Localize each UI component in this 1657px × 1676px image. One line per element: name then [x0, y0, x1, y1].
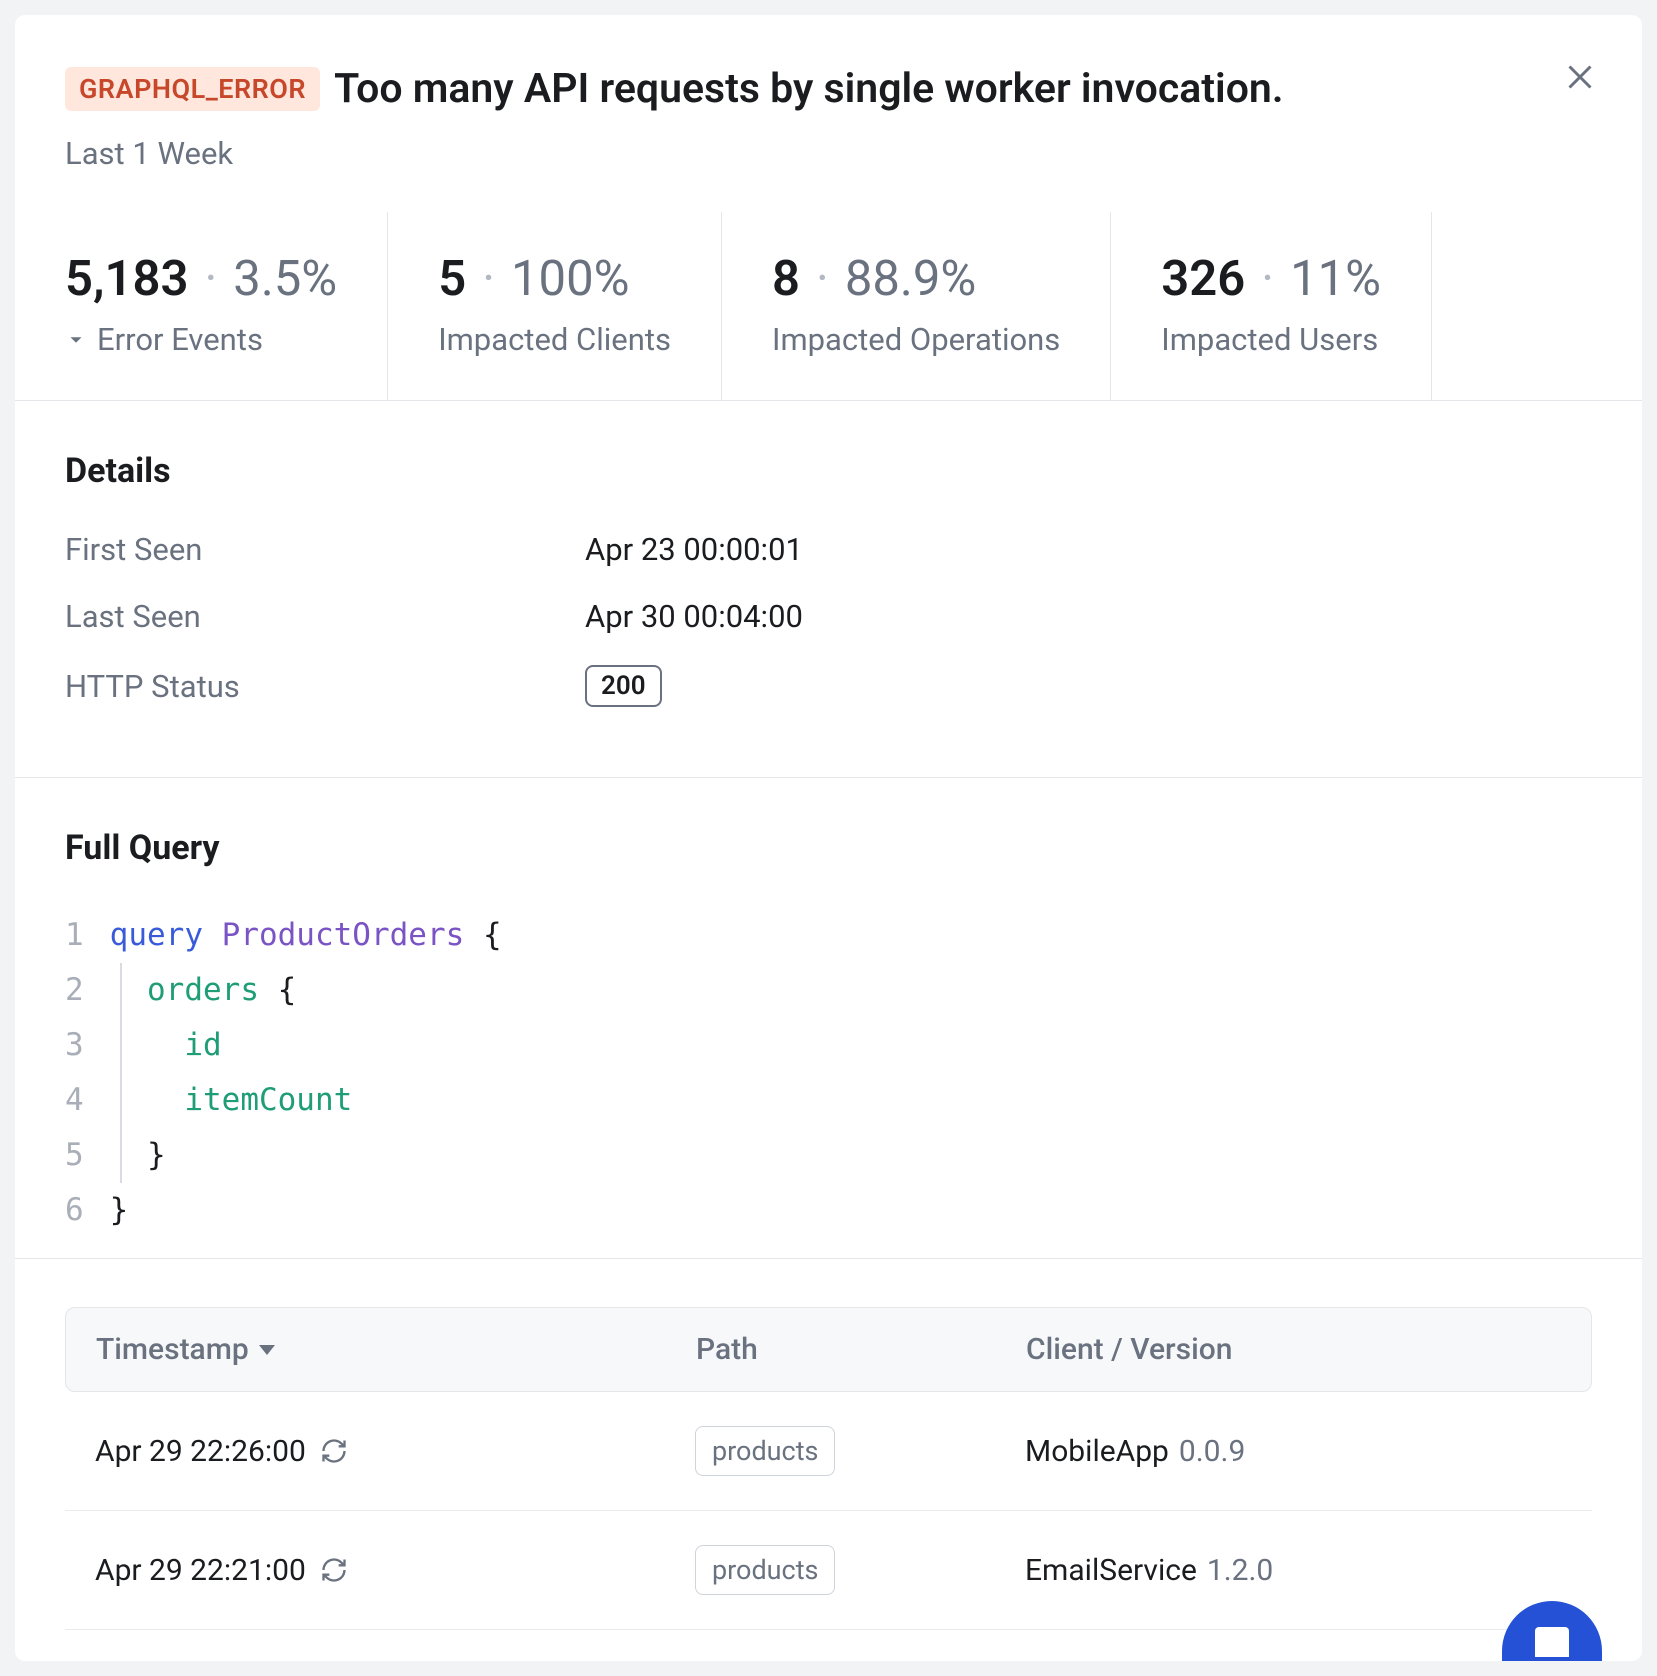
stat-secondary-value: 11% — [1290, 254, 1381, 303]
client-version: 1.2.0 — [1207, 1553, 1273, 1588]
code-lines: query ProductOrders { orders { id itemCo… — [110, 908, 502, 1238]
stat-block: 326 · 11% Impacted Users — [1111, 212, 1432, 400]
error-type-badge: GRAPHQL_ERROR — [65, 67, 320, 111]
details-section: Details First SeenApr 23 00:00:01Last Se… — [15, 401, 1642, 778]
client-cell: EmailService1.2.0 — [1025, 1553, 1562, 1588]
detail-row: HTTP Status200 — [65, 665, 1592, 707]
full-query-heading: Full Query — [65, 828, 1592, 868]
column-header-timestamp-label: Timestamp — [96, 1332, 249, 1367]
code-line: } — [110, 1183, 502, 1238]
line-number: 2 — [65, 963, 84, 1018]
stat-primary-value: 5 — [438, 254, 466, 303]
detail-value: Apr 23 00:00:01 — [585, 531, 803, 568]
line-number-gutter: 123456 — [65, 908, 110, 1238]
code-line: } — [110, 1128, 502, 1183]
http-status-pill: 200 — [585, 665, 662, 707]
code-line: itemCount — [110, 1073, 502, 1128]
column-header-client[interactable]: Client / Version — [1026, 1332, 1561, 1367]
code-line: id — [110, 1018, 502, 1073]
refresh-icon — [320, 1556, 348, 1584]
full-query-section: Full Query 123456 query ProductOrders { … — [15, 778, 1642, 1259]
details-heading: Details — [65, 451, 1592, 491]
stat-secondary-value: 3.5% — [233, 254, 337, 303]
client-version: 0.0.9 — [1179, 1434, 1245, 1469]
detail-value: Apr 30 00:04:00 — [585, 598, 803, 635]
chevron-down-icon — [65, 329, 87, 351]
client-cell: MobileApp0.0.9 — [1025, 1434, 1562, 1469]
panel-header: GRAPHQL_ERROR Too many API requests by s… — [15, 15, 1642, 202]
line-number: 5 — [65, 1128, 84, 1183]
stat-label: Error Events — [65, 321, 337, 358]
stat-primary-value: 8 — [772, 254, 800, 303]
stat-block[interactable]: 5,183 · 3.5% Error Events — [15, 212, 388, 400]
line-number: 6 — [65, 1183, 84, 1238]
query-code-block: 123456 query ProductOrders { orders { id… — [65, 908, 1592, 1238]
error-title: Too many API requests by single worker i… — [334, 65, 1283, 113]
table-row[interactable]: Apr 29 22:21:00products EmailService1.2.0 — [65, 1511, 1592, 1630]
stat-label: Impacted Clients — [438, 321, 671, 358]
stat-secondary-value: 88.9% — [845, 254, 976, 303]
code-line: query ProductOrders { — [110, 908, 502, 963]
column-header-path[interactable]: Path — [696, 1332, 1026, 1367]
stat-label: Impacted Users — [1161, 321, 1381, 358]
timestamp-cell: Apr 29 22:26:00 — [95, 1434, 695, 1469]
stat-secondary-value: 100% — [511, 254, 630, 303]
stat-separator: · — [1261, 254, 1274, 303]
stat-separator: · — [816, 254, 829, 303]
chat-icon — [1535, 1627, 1569, 1657]
table-row[interactable]: Apr 29 22:26:00products MobileApp0.0.9 — [65, 1392, 1592, 1511]
line-number: 1 — [65, 908, 84, 963]
stat-separator: · — [482, 254, 495, 303]
table-header-row: Timestamp Path Client / Version — [65, 1307, 1592, 1392]
detail-label: HTTP Status — [65, 668, 585, 705]
detail-row: Last SeenApr 30 00:04:00 — [65, 598, 1592, 635]
stat-label: Impacted Operations — [772, 321, 1060, 358]
stats-row: 5,183 · 3.5% Error Events 5 · 100% Impacted Cli… — [15, 212, 1642, 401]
time-range-label: Last 1 Week — [65, 135, 1592, 172]
stat-block: 5 · 100% Impacted Clients — [388, 212, 722, 400]
close-button[interactable] — [1556, 53, 1604, 101]
sort-descending-icon — [259, 1345, 275, 1355]
detail-label: First Seen — [65, 531, 585, 568]
stat-primary-value: 326 — [1161, 254, 1245, 303]
code-line: orders { — [110, 963, 502, 1018]
line-number: 3 — [65, 1018, 84, 1073]
line-number: 4 — [65, 1073, 84, 1128]
stat-primary-value: 5,183 — [65, 254, 188, 303]
refresh-icon — [320, 1437, 348, 1465]
stat-separator: · — [204, 254, 217, 303]
table-row[interactable]: Apr 29 22:04:00productsWebApp1.2.0 — [65, 1630, 1592, 1661]
detail-row: First SeenApr 23 00:00:01 — [65, 531, 1592, 568]
detail-label: Last Seen — [65, 598, 585, 635]
path-cell: products — [695, 1545, 1025, 1595]
path-pill: products — [695, 1426, 835, 1476]
error-detail-panel: GRAPHQL_ERROR Too many API requests by s… — [15, 15, 1642, 1661]
path-pill: products — [695, 1545, 835, 1595]
path-cell: products — [695, 1426, 1025, 1476]
close-icon — [1562, 59, 1598, 95]
events-table: Timestamp Path Client / Version Apr 29 2… — [15, 1259, 1642, 1661]
stat-block: 8 · 88.9% Impacted Operations — [722, 212, 1111, 400]
timestamp-cell: Apr 29 22:21:00 — [95, 1553, 695, 1588]
column-header-timestamp[interactable]: Timestamp — [96, 1332, 696, 1367]
